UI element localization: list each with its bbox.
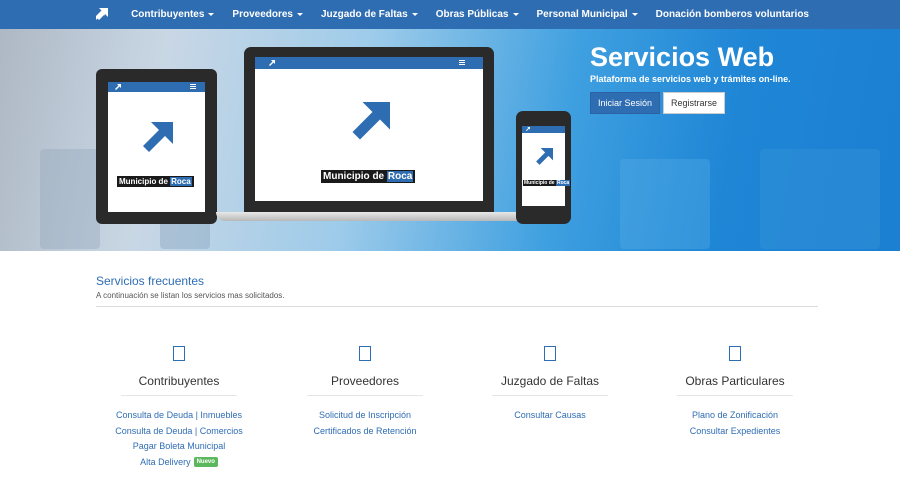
caret-down-icon [512, 12, 519, 16]
column-divider [307, 395, 423, 396]
nav-item-donacion-bomberos[interactable]: Donación bomberos voluntarios [647, 0, 900, 29]
top-navbar: Contribuyentes Proveedores Juzgado de Fa… [0, 0, 900, 29]
municipio-logo-text: Municipio de Roca [321, 170, 416, 183]
new-badge: Nuevo [193, 457, 218, 468]
nav-item-obras-publicas[interactable]: Obras Públicas [427, 0, 528, 29]
hero-banner: Municipio de Roca Municipio de Roca Muni… [0, 29, 900, 251]
link-consulta-deuda-inmuebles[interactable]: Consulta de Deuda | Inmuebles [104, 408, 254, 424]
nav-item-proveedores[interactable]: Proveedores [223, 0, 312, 29]
link-certificados-retencion[interactable]: Certificados de Retención [290, 424, 440, 440]
document-icon [544, 346, 556, 361]
link-consulta-deuda-comercios[interactable]: Consulta de Deuda | Comercios [104, 424, 254, 440]
hamburger-icon [190, 84, 196, 89]
link-pagar-boleta[interactable]: Pagar Boleta Municipal [104, 439, 254, 455]
link-solicitud-inscripcion[interactable]: Solicitud de Inscripción [290, 408, 440, 424]
login-button[interactable]: Iniciar Sesión [590, 92, 660, 114]
tablet-mockup: Municipio de Roca [96, 69, 217, 224]
column-divider [121, 395, 237, 396]
nav-item-juzgado-de-faltas[interactable]: Juzgado de Faltas [312, 0, 427, 29]
column-divider [677, 395, 793, 396]
link-consultar-expedientes[interactable]: Consultar Expedientes [660, 424, 810, 440]
column-title: Contribuyentes [138, 374, 220, 388]
column-title: Juzgado de Faltas [500, 374, 600, 388]
link-consultar-causas[interactable]: Consultar Causas [475, 408, 625, 424]
arrow-logo-icon [269, 60, 275, 66]
link-plano-zonificacion[interactable]: Plano de Zonificación [660, 408, 810, 424]
laptop-mockup: Municipio de Roca [244, 47, 494, 212]
section-divider [96, 306, 818, 307]
caret-down-icon [297, 12, 303, 16]
nav-menu: Contribuyentes Proveedores Juzgado de Fa… [122, 0, 900, 29]
laptop-base [216, 212, 524, 221]
nav-item-contribuyentes[interactable]: Contribuyentes [122, 0, 223, 29]
caret-down-icon [411, 12, 418, 16]
municipio-logo-text: Municipio de Roca [523, 180, 572, 186]
column-title: Proveedores [330, 374, 400, 388]
section-title: Servicios frecuentes [96, 274, 205, 288]
document-icon [729, 346, 741, 361]
register-button[interactable]: Registrarse [663, 92, 725, 114]
hero-title: Servicios Web [590, 42, 775, 72]
arrow-logo-icon [526, 127, 530, 131]
hero-subtitle: Plataforma de servicios web y trámites o… [590, 74, 791, 84]
caret-down-icon [631, 12, 638, 16]
arrow-logo-icon [115, 84, 121, 90]
caret-down-icon [208, 12, 215, 16]
arrow-logo-icon [536, 148, 553, 165]
link-alta-delivery[interactable]: Alta Delivery [140, 457, 191, 467]
service-column-proveedores: Proveedores Solicitud de Inscripción Cer… [290, 346, 440, 439]
document-icon [359, 346, 371, 361]
service-column-obras-particulares: Obras Particulares Plano de Zonificación… [660, 346, 810, 439]
document-icon [173, 346, 185, 361]
nav-item-personal-municipal[interactable]: Personal Municipal [528, 0, 647, 29]
column-divider [492, 395, 608, 396]
column-title: Obras Particulares [685, 374, 785, 388]
section-subtitle: A continuación se listan los servicios m… [96, 291, 285, 300]
service-column-juzgado: Juzgado de Faltas Consultar Causas [475, 346, 625, 424]
arrow-logo-icon [352, 102, 390, 140]
municipio-logo-text: Municipio de Roca [117, 176, 194, 187]
arrow-logo-icon [143, 122, 173, 152]
hamburger-icon [459, 60, 465, 65]
brand-logo-icon[interactable] [95, 7, 109, 21]
link-alta-delivery-row: Alta Delivery Nuevo [104, 455, 254, 471]
service-column-contribuyentes: Contribuyentes Consulta de Deuda | Inmue… [104, 346, 254, 470]
phone-mockup: Municipio de Roca [516, 111, 572, 224]
